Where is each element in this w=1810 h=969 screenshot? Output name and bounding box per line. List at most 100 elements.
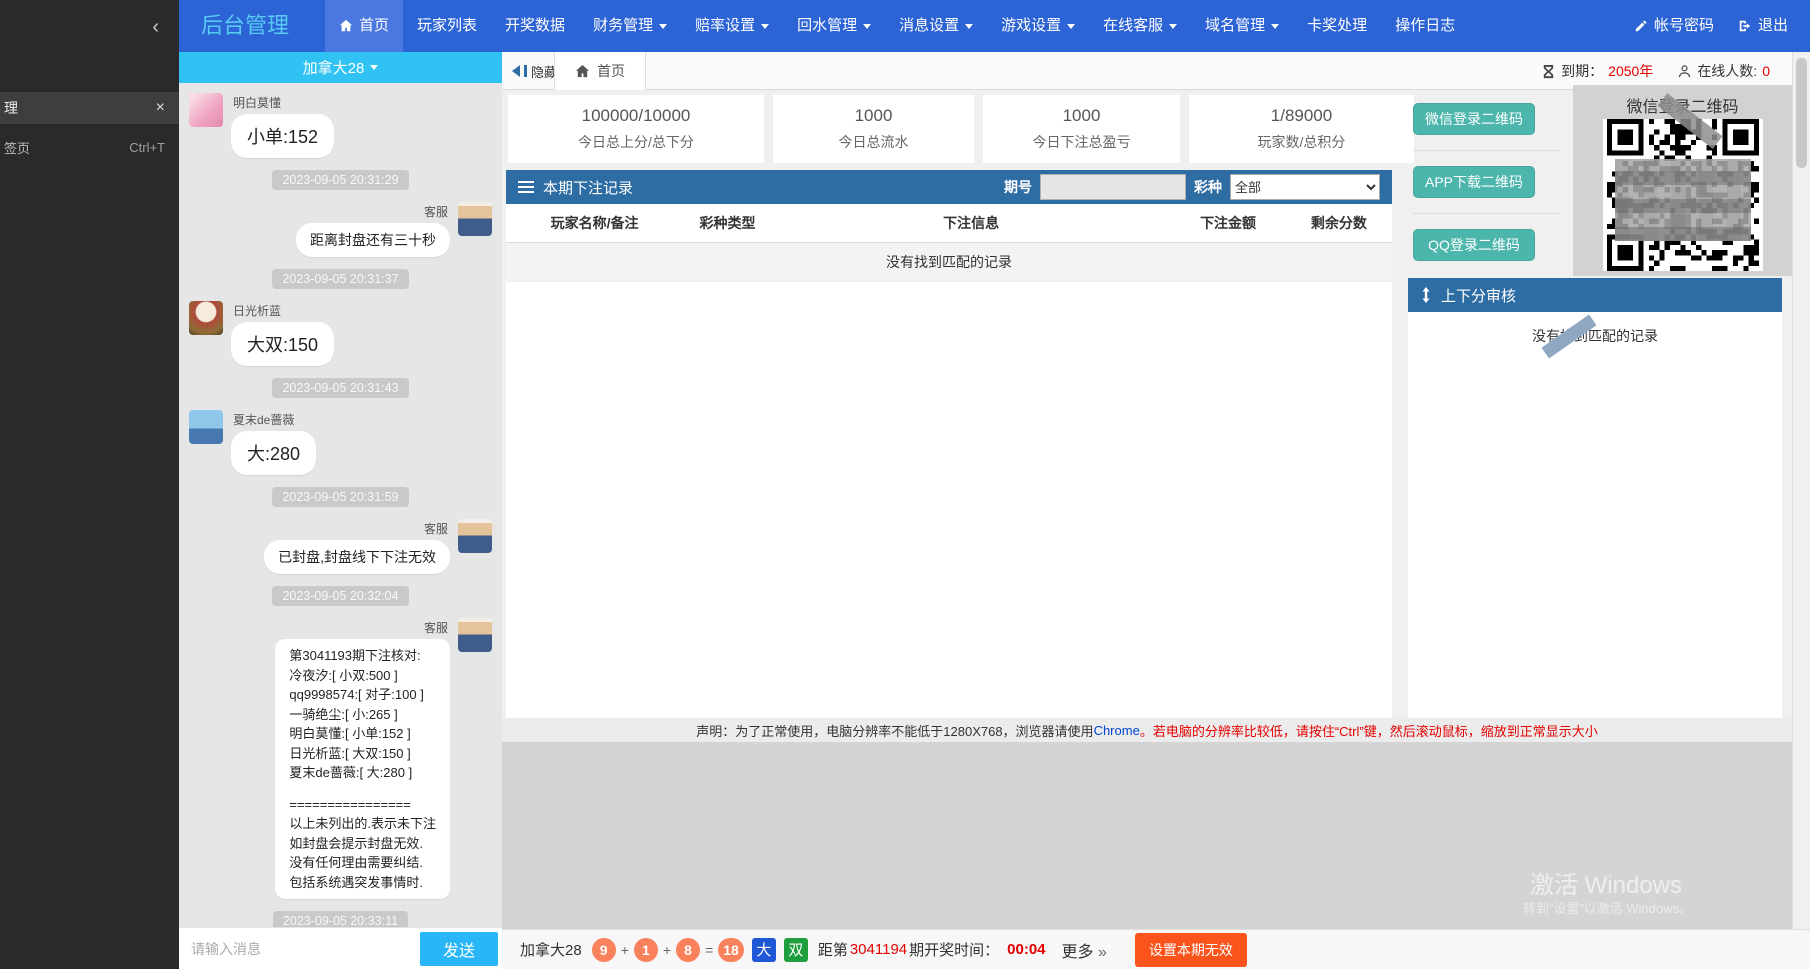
- chevron-down-icon: [1169, 24, 1177, 29]
- qr-button-0[interactable]: 微信登录二维码: [1413, 103, 1535, 135]
- bet-column-header: 下注金额: [1170, 204, 1285, 243]
- bet-column-header: 玩家名称/备注: [506, 204, 683, 243]
- chat-message-list[interactable]: 明白莫懂小单:1522023-09-05 20:31:29客服距离封盘还有三十秒…: [179, 83, 502, 927]
- bet-records-header: 本期下注记录 期号 彩种 全部: [506, 170, 1392, 204]
- qr-blur-overlay: [1615, 159, 1751, 241]
- bet-filters: 期号 彩种 全部: [1004, 174, 1380, 200]
- chrome-link[interactable]: Chrome: [1094, 723, 1140, 738]
- chat-bubble: 距离封盘还有三十秒: [296, 223, 450, 257]
- avatar: [458, 519, 492, 553]
- bet-records-title: 本期下注记录: [543, 177, 633, 198]
- hide-chevron-icon: [512, 65, 520, 77]
- empty-records-message: 没有找到匹配的记录: [506, 243, 1392, 282]
- avatar: [189, 93, 223, 127]
- nav-item-1[interactable]: 玩家列表: [403, 0, 491, 52]
- close-icon[interactable]: ×: [156, 99, 165, 117]
- draw-status-bar: 加拿大28 9+1+8=18 大 双 距第 3041194 期开奖时间： 00:…: [502, 929, 1810, 969]
- chat-bubble: 小单:152: [231, 114, 334, 158]
- chevron-down-icon: [863, 24, 871, 29]
- declaration-warning: 。若电脑的分辨率比较低，请按住“Ctrl”键，然后滚动鼠标，缩放到正常显示大小: [1140, 721, 1598, 740]
- qr-buttons-column: 微信登录二维码 APP下载二维码 QQ登录二维码: [1413, 103, 1563, 261]
- bottom-game-name: 加拿大28: [520, 939, 582, 960]
- avatar: [189, 410, 223, 444]
- big-badge: 大: [752, 938, 776, 962]
- set-invalid-button[interactable]: 设置本期无效: [1135, 933, 1247, 967]
- chat-sender-name: 夏末de蔷薇: [233, 411, 314, 428]
- nav-item-0[interactable]: 首页: [325, 0, 403, 52]
- result-number-badge: 8: [676, 938, 700, 962]
- chat-sender-name: 客服: [424, 619, 448, 636]
- issue-filter-label: 期号: [1004, 177, 1032, 197]
- avatar: [458, 202, 492, 236]
- hide-sidebar-button[interactable]: 隐藏: [512, 52, 557, 90]
- stat-label: 玩家数/总积分: [1258, 132, 1346, 152]
- chat-sender-name: 明白莫懂: [233, 94, 332, 111]
- nav-item-label: 回水管理: [797, 0, 857, 52]
- chat-sender-name: 客服: [424, 520, 448, 537]
- pair-badge: 双: [784, 938, 808, 962]
- double-chevron-icon: »: [1098, 944, 1107, 961]
- account-password-button[interactable]: 帐号密码: [1632, 0, 1716, 52]
- vertical-scrollbar[interactable]: [1792, 52, 1810, 969]
- score-review-header: 上下分审核: [1408, 278, 1782, 312]
- browser-tab-label: 理: [4, 98, 18, 118]
- avatar: [458, 618, 492, 652]
- bet-column-header: 剩余分数: [1286, 204, 1392, 243]
- score-review-title: 上下分审核: [1441, 285, 1516, 306]
- draw-result-badges: 9+1+8=18: [592, 938, 744, 962]
- issue-number-input[interactable]: [1040, 174, 1186, 200]
- nav-item-4[interactable]: 赔率设置: [681, 0, 783, 52]
- nav-item-10[interactable]: 卡奖处理: [1293, 0, 1381, 52]
- chat-bubble: 大双:150: [231, 322, 334, 366]
- avatar: [189, 301, 223, 335]
- stat-box-1: 1000今日总流水: [773, 95, 974, 163]
- send-button[interactable]: 发送: [420, 932, 498, 966]
- qr-button-2[interactable]: QQ登录二维码: [1413, 229, 1535, 261]
- nav-item-9[interactable]: 域名管理: [1191, 0, 1293, 52]
- nav-item-label: 消息设置: [899, 0, 959, 52]
- expire-value: 2050年: [1608, 61, 1653, 81]
- nav-item-2[interactable]: 开奖数据: [491, 0, 579, 52]
- more-button[interactable]: 更多 »: [1062, 938, 1107, 962]
- chat-message-input[interactable]: [179, 941, 420, 957]
- tab-home[interactable]: 首页: [554, 52, 646, 90]
- nav-item-label: 开奖数据: [505, 0, 565, 52]
- more-label: 更多: [1062, 944, 1094, 961]
- browser-new-tab[interactable]: 签页 Ctrl+T: [0, 132, 179, 162]
- draw-prefix: 距第: [818, 939, 848, 960]
- windows-activation-watermark: 激活 Windows: [1530, 865, 1682, 900]
- bet-records-panel: 本期下注记录 期号 彩种 全部 玩家名称/备注彩种类型下注信息下注金额剩余分数 …: [506, 170, 1392, 718]
- nav-item-label: 赔率设置: [695, 0, 755, 52]
- lottery-type-select[interactable]: 全部: [1230, 174, 1380, 200]
- chat-bubble: 大:280: [231, 431, 316, 475]
- nav-item-3[interactable]: 财务管理: [579, 0, 681, 52]
- chevron-down-icon: [370, 65, 378, 70]
- new-tab-label: 签页: [4, 138, 30, 157]
- logout-button[interactable]: 退出: [1736, 0, 1790, 52]
- qr-button-1[interactable]: APP下载二维码: [1413, 166, 1535, 198]
- browser-side-strip: ‹ 理 × 签页 Ctrl+T: [0, 0, 179, 969]
- scrollbar-thumb[interactable]: [1796, 58, 1807, 168]
- chat-timestamp: 2023-09-05 20:33:11: [189, 911, 492, 927]
- equals-sign: =: [705, 942, 713, 958]
- nav-item-label: 在线客服: [1103, 0, 1163, 52]
- browser-tab[interactable]: 理 ×: [0, 92, 179, 124]
- online-count-label: 在线人数:: [1697, 61, 1757, 81]
- nav-item-6[interactable]: 消息设置: [885, 0, 987, 52]
- nav-item-8[interactable]: 在线客服: [1089, 0, 1191, 52]
- nav-item-11[interactable]: 操作日志: [1381, 0, 1469, 52]
- app-title: 后台管理: [201, 0, 289, 52]
- chevron-down-icon: [1067, 24, 1075, 29]
- nav-item-label: 操作日志: [1395, 0, 1455, 52]
- nav-item-7[interactable]: 游戏设置: [987, 0, 1089, 52]
- stat-label: 今日总流水: [839, 132, 909, 152]
- collapse-sidebar-icon[interactable]: ‹: [152, 16, 159, 39]
- chat-message-outgoing: 客服距离封盘还有三十秒: [189, 202, 492, 257]
- chat-game-selector[interactable]: 加拿大28: [179, 52, 502, 83]
- lottery-type-label: 彩种: [1194, 177, 1222, 197]
- chat-timestamp: 2023-09-05 20:31:37: [189, 269, 492, 289]
- new-tab-shortcut: Ctrl+T: [129, 140, 165, 155]
- next-draw-info: 距第 3041194 期开奖时间： 00:04: [818, 939, 1052, 960]
- menu-icon[interactable]: [518, 181, 534, 193]
- nav-item-5[interactable]: 回水管理: [783, 0, 885, 52]
